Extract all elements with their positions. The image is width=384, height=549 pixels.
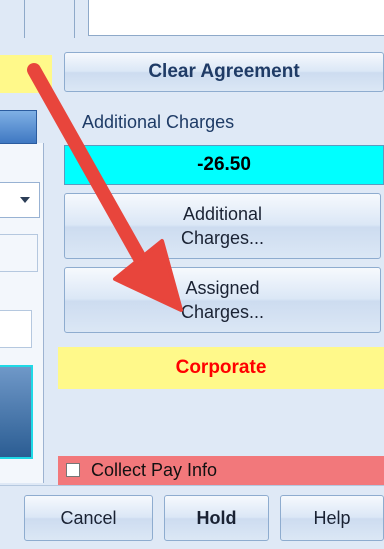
help-button[interactable]: Help	[280, 495, 384, 541]
left-dropdown[interactable]	[0, 182, 40, 218]
button-label-line: Charges...	[180, 302, 265, 322]
left-tab[interactable]	[0, 110, 37, 144]
divider	[74, 0, 75, 38]
left-selected-box[interactable]	[0, 365, 33, 459]
collect-pay-info-checkbox[interactable]	[66, 463, 80, 477]
charges-panel	[56, 45, 384, 485]
help-label: Help	[313, 508, 351, 528]
collect-pay-info-row[interactable]: Collect Pay Info	[58, 456, 384, 485]
corporate-banner: Corporate	[58, 347, 384, 389]
hold-label: Hold	[196, 508, 237, 528]
hold-button[interactable]: Hold	[164, 495, 269, 541]
divider	[24, 0, 25, 38]
clear-agreement-button[interactable]: Clear Agreement	[64, 52, 384, 92]
left-input-field[interactable]	[0, 310, 32, 348]
additional-charges-label: Additional Charges	[82, 112, 235, 132]
additional-charges-button[interactable]: Additional Charges...	[64, 193, 381, 259]
chevron-down-icon[interactable]	[20, 197, 30, 203]
cancel-label: Cancel	[60, 508, 117, 528]
button-label-line: Assigned	[185, 278, 260, 298]
button-label-line: Additional	[182, 204, 263, 224]
cancel-button[interactable]: Cancel	[24, 495, 153, 541]
button-label-line: Charges...	[180, 228, 265, 248]
left-yellow-field	[0, 55, 52, 93]
top-input-field[interactable]	[88, 0, 384, 36]
additional-charges-amount: -26.50	[64, 145, 384, 185]
left-field[interactable]	[0, 234, 38, 272]
assigned-charges-button[interactable]: Assigned Charges...	[64, 267, 381, 333]
collect-pay-info-label: Collect Pay Info	[91, 460, 218, 480]
